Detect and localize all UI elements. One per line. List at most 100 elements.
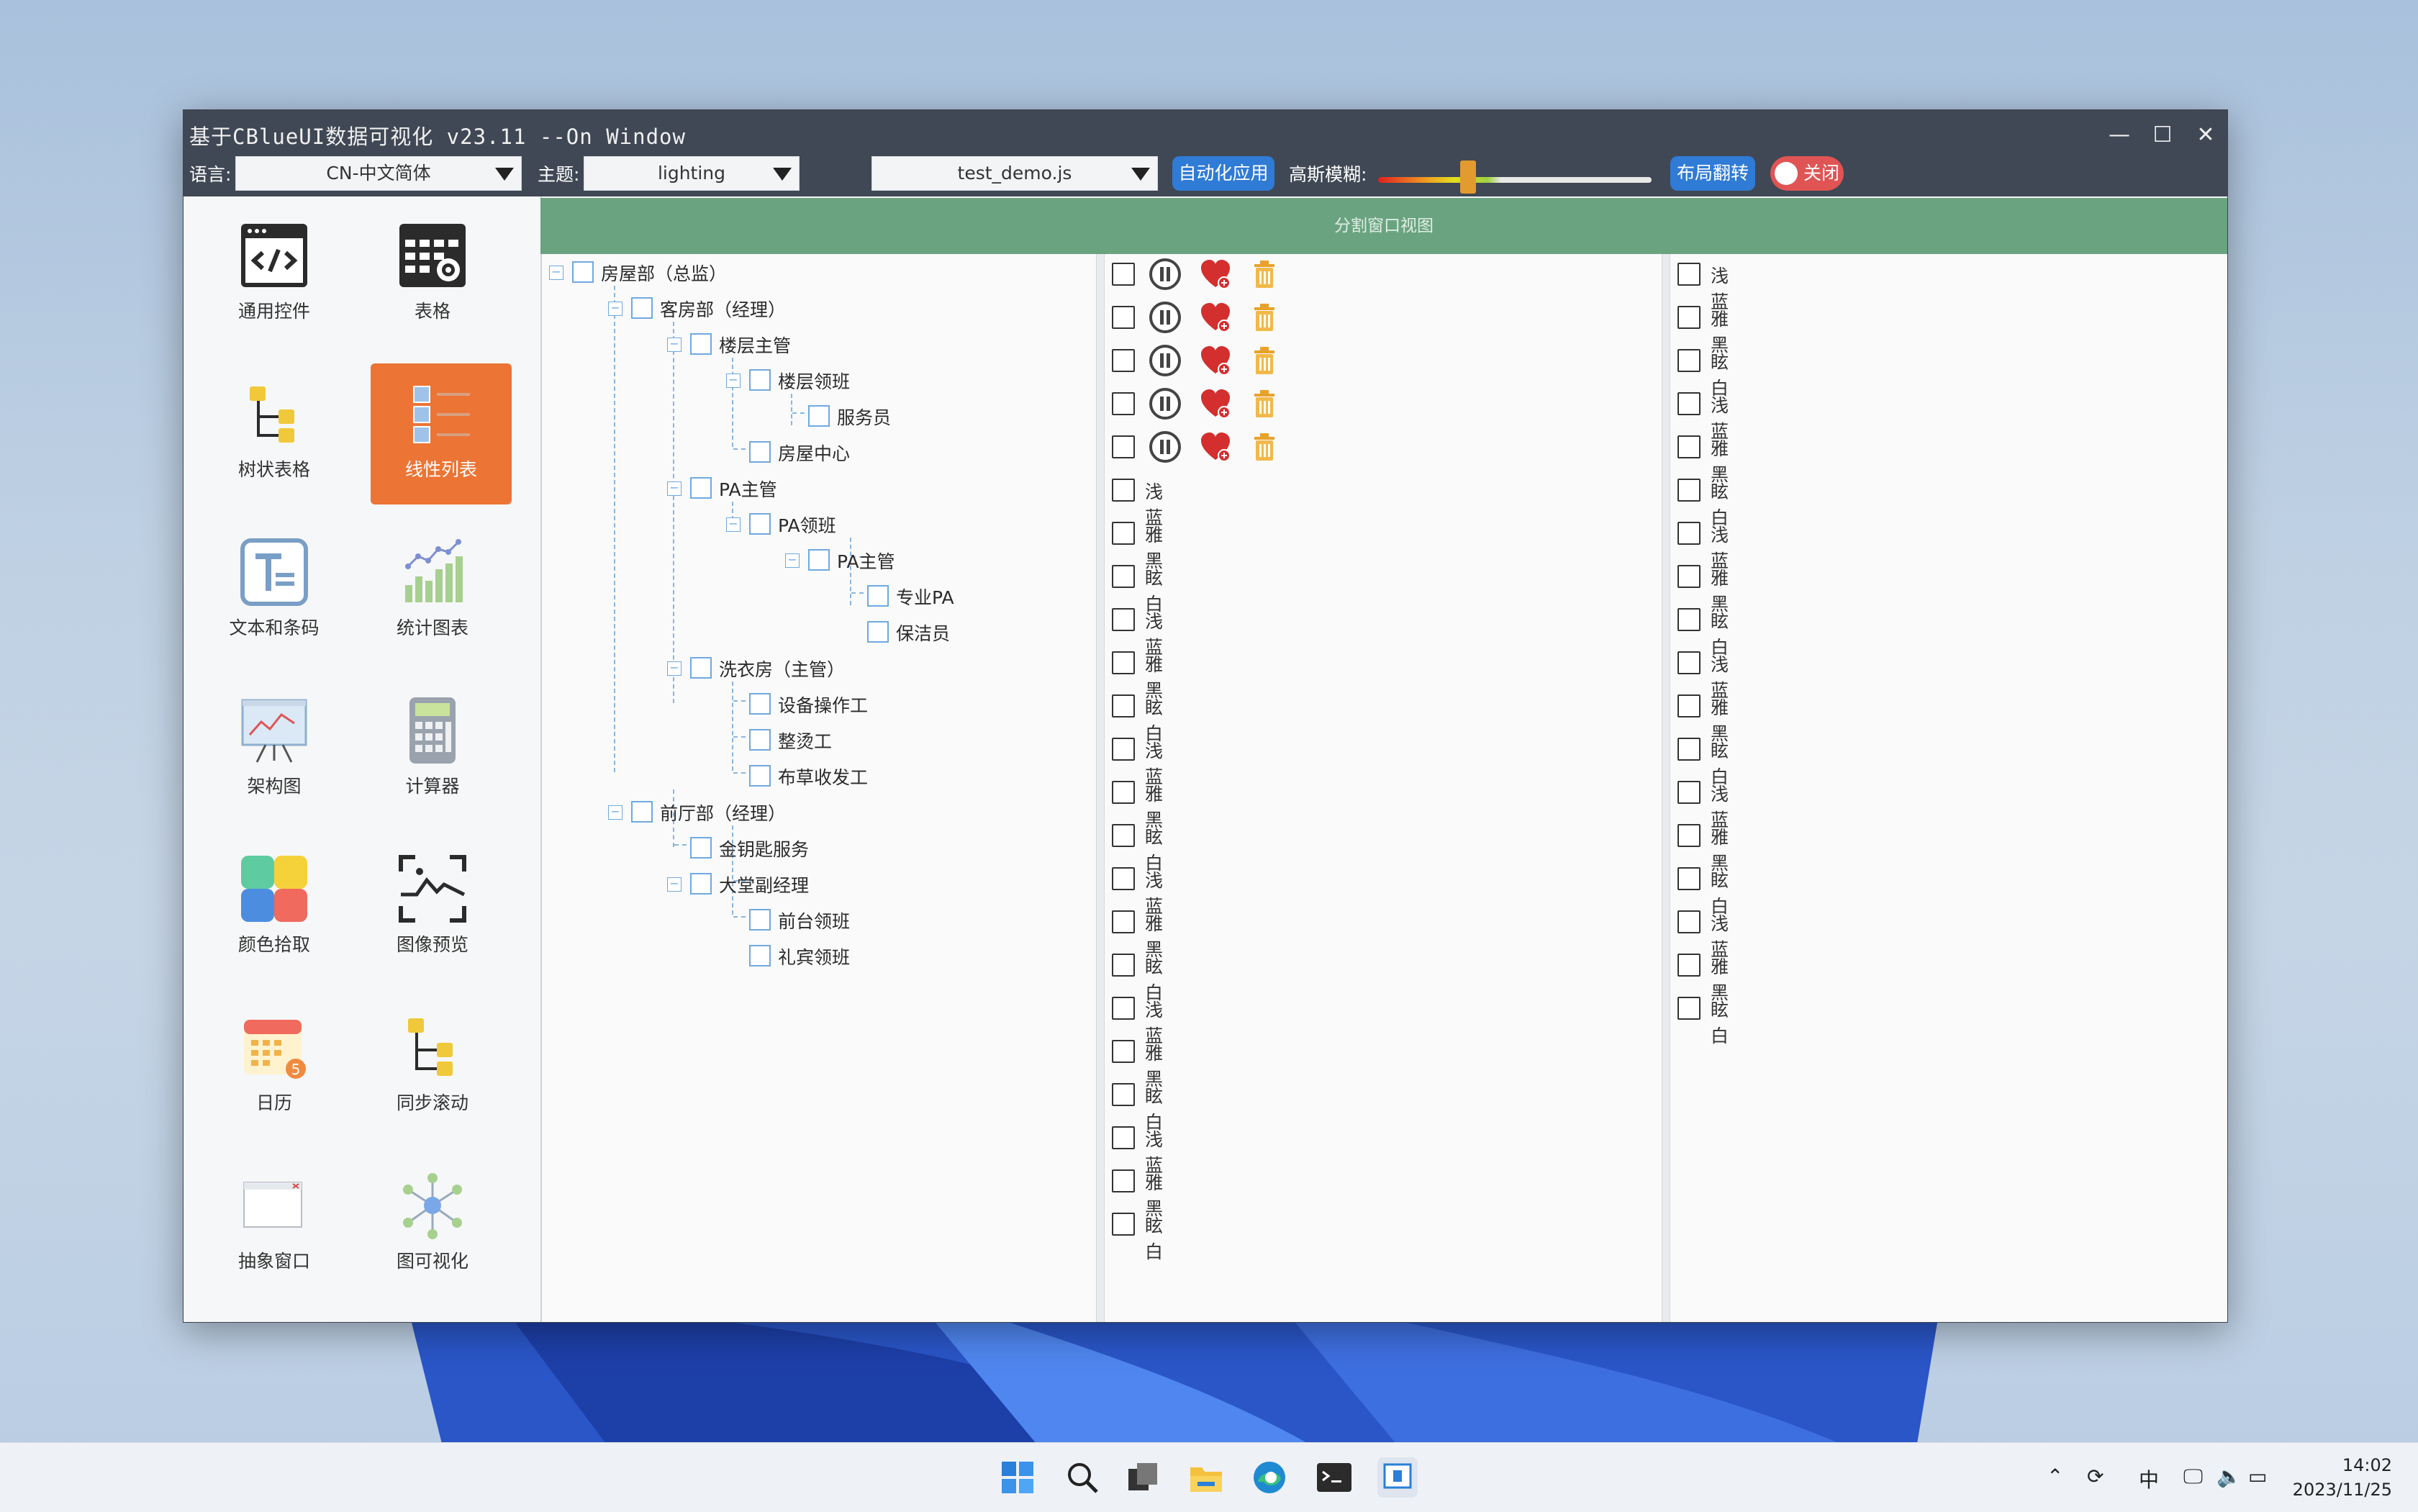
- collapse-icon[interactable]: −: [667, 481, 682, 496]
- ime-indicator[interactable]: 中: [2139, 1465, 2159, 1493]
- list-checkbox[interactable]: [1677, 824, 1701, 847]
- list-checkbox[interactable]: [1112, 565, 1135, 588]
- list-checkbox[interactable]: [1677, 997, 1701, 1020]
- collapse-icon[interactable]: −: [667, 338, 682, 352]
- list-checkbox[interactable]: [1677, 738, 1701, 761]
- list-checkbox[interactable]: [1112, 608, 1135, 631]
- collapse-icon[interactable]: −: [667, 661, 682, 676]
- tree-checkbox[interactable]: [631, 297, 653, 319]
- theme-select[interactable]: lighting: [584, 156, 800, 191]
- list-checkbox[interactable]: [1677, 565, 1701, 588]
- splitter-handle[interactable]: [1096, 254, 1105, 1322]
- tree-checkbox[interactable]: [690, 333, 712, 355]
- tree-checkbox[interactable]: [572, 261, 594, 283]
- list-checkbox[interactable]: [1112, 651, 1135, 674]
- blur-slider-thumb[interactable]: [1460, 160, 1477, 194]
- tree-checkbox[interactable]: [749, 945, 771, 966]
- app-window-taskbar-icon[interactable]: [1377, 1457, 1418, 1498]
- system-clock[interactable]: 14:02 2023/11/25: [2293, 1453, 2392, 1502]
- list-checkbox[interactable]: [1677, 694, 1701, 717]
- list-checkbox[interactable]: [1112, 1040, 1135, 1063]
- list-checkbox[interactable]: [1112, 824, 1135, 847]
- minimize-button[interactable]: —: [2099, 117, 2139, 153]
- tree-checkbox[interactable]: [690, 477, 712, 499]
- volume-icon[interactable]: 🔈: [2216, 1465, 2242, 1488]
- list-checkbox[interactable]: [1677, 263, 1701, 286]
- sidebar-item-stats[interactable]: 统计图表: [362, 522, 503, 663]
- list-checkbox[interactable]: [1677, 651, 1701, 674]
- row-checkbox[interactable]: [1112, 263, 1135, 286]
- list-checkbox[interactable]: [1677, 479, 1701, 502]
- list-checkbox[interactable]: [1677, 608, 1701, 631]
- collapse-icon[interactable]: −: [608, 805, 622, 820]
- sidebar-item-linear-list[interactable]: 线性列表: [371, 363, 512, 504]
- pause-icon[interactable]: [1148, 300, 1182, 335]
- list-checkbox[interactable]: [1112, 694, 1135, 717]
- close-toggle[interactable]: 关闭: [1770, 156, 1844, 191]
- language-select[interactable]: CN-中文简体: [235, 156, 522, 191]
- list-checkbox[interactable]: [1112, 1169, 1135, 1192]
- list-checkbox[interactable]: [1112, 781, 1135, 804]
- row-checkbox[interactable]: [1112, 349, 1135, 372]
- delete-icon[interactable]: [1247, 257, 1282, 291]
- delete-icon[interactable]: [1247, 430, 1282, 464]
- list-checkbox[interactable]: [1677, 435, 1701, 458]
- tree-checkbox[interactable]: [808, 405, 830, 427]
- maximize-button[interactable]: ☐: [2142, 117, 2183, 153]
- list-checkbox[interactable]: [1112, 954, 1135, 977]
- pause-icon[interactable]: [1148, 386, 1182, 421]
- tree-checkbox[interactable]: [690, 657, 712, 679]
- show-hidden-icons[interactable]: ⌃: [2047, 1465, 2063, 1488]
- row-checkbox[interactable]: [1112, 306, 1135, 329]
- list-checkbox[interactable]: [1112, 997, 1135, 1020]
- sidebar-item-sync-scroll[interactable]: 同步滚动: [362, 997, 503, 1138]
- layout-flip-button[interactable]: 布局翻转: [1670, 156, 1755, 191]
- blur-slider-track[interactable]: [1378, 177, 1652, 183]
- list-checkbox[interactable]: [1677, 522, 1701, 545]
- sidebar-item-text-barcode[interactable]: 文本和条码: [204, 522, 345, 663]
- task-view-icon[interactable]: [1123, 1457, 1163, 1498]
- list-checkbox[interactable]: [1677, 954, 1701, 977]
- tree-checkbox[interactable]: [749, 693, 771, 715]
- sidebar-item-calculator[interactable]: 计算器: [362, 680, 503, 821]
- search-icon[interactable]: [1062, 1457, 1102, 1498]
- sidebar-item-graph-visual[interactable]: 图可视化: [362, 1155, 503, 1296]
- list-checkbox[interactable]: [1112, 1126, 1135, 1149]
- close-button[interactable]: ✕: [2186, 117, 2226, 153]
- favorite-add-icon[interactable]: [1198, 386, 1233, 421]
- sidebar-item-architecture[interactable]: 架构图: [204, 680, 345, 821]
- tree-checkbox[interactable]: [867, 585, 889, 607]
- script-select[interactable]: test_demo.js: [871, 156, 1158, 191]
- list-checkbox[interactable]: [1112, 867, 1135, 890]
- terminal-icon[interactable]: [1314, 1457, 1354, 1498]
- delete-icon[interactable]: [1247, 300, 1282, 335]
- tree-checkbox[interactable]: [808, 549, 830, 571]
- tree-checkbox[interactable]: [690, 873, 712, 895]
- list-checkbox[interactable]: [1112, 1213, 1135, 1236]
- collapse-icon[interactable]: −: [667, 877, 682, 892]
- row-checkbox[interactable]: [1112, 435, 1135, 458]
- list-checkbox[interactable]: [1112, 910, 1135, 933]
- sidebar-item-tree-table[interactable]: 树状表格: [204, 363, 345, 504]
- list-checkbox[interactable]: [1677, 867, 1701, 890]
- list-checkbox[interactable]: [1112, 522, 1135, 545]
- tree-checkbox[interactable]: [749, 729, 771, 751]
- tree-checkbox[interactable]: [749, 441, 771, 463]
- list-checkbox[interactable]: [1112, 1083, 1135, 1106]
- auto-apply-button[interactable]: 自动化应用: [1172, 156, 1274, 191]
- favorite-add-icon[interactable]: [1198, 257, 1233, 291]
- favorite-add-icon[interactable]: [1198, 300, 1233, 335]
- list-checkbox[interactable]: [1112, 479, 1135, 502]
- sidebar-item-image-preview[interactable]: 图像预览: [362, 838, 503, 979]
- tree-checkbox[interactable]: [749, 909, 771, 931]
- list-checkbox[interactable]: [1677, 781, 1701, 804]
- tree-checkbox[interactable]: [690, 837, 712, 859]
- battery-icon[interactable]: ▭: [2248, 1465, 2267, 1488]
- favorite-add-icon[interactable]: [1198, 430, 1233, 464]
- list-checkbox[interactable]: [1677, 349, 1701, 372]
- sidebar-item-color-picker[interactable]: 颜色拾取: [204, 838, 345, 979]
- tree-checkbox[interactable]: [749, 513, 771, 535]
- pause-icon[interactable]: [1148, 257, 1182, 291]
- start-icon[interactable]: [997, 1457, 1038, 1498]
- edge-browser-icon[interactable]: [1249, 1457, 1290, 1498]
